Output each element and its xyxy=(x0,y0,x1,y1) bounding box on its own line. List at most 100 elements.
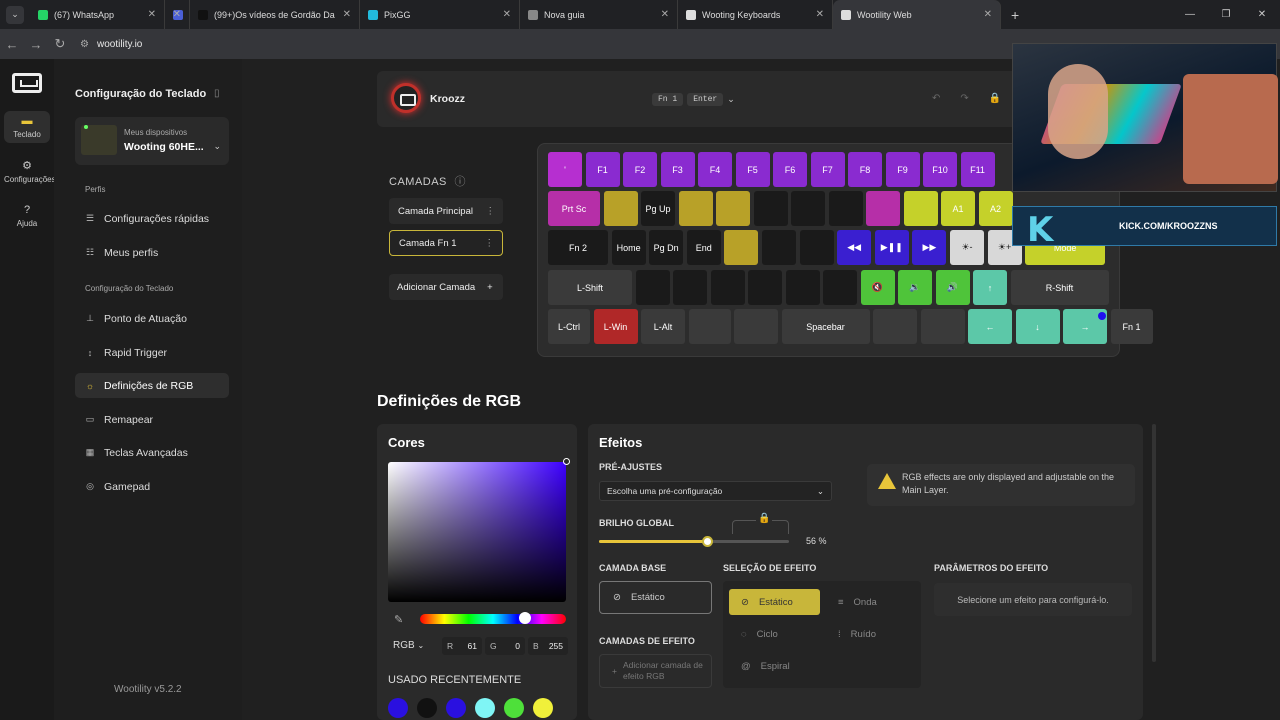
hue-slider[interactable] xyxy=(420,614,566,624)
red-field[interactable]: R 61 xyxy=(442,637,482,655)
browser-tab[interactable]: ✕ xyxy=(165,0,190,29)
keyboard-key[interactable]: F4 xyxy=(698,152,732,187)
base-effect-button[interactable]: ⊘ Estático xyxy=(599,581,712,614)
effect-noise[interactable]: ⁞ Ruído xyxy=(826,621,917,647)
brightness-knob[interactable] xyxy=(702,536,713,547)
keyboard-key[interactable] xyxy=(673,270,707,305)
recent-color-swatch[interactable] xyxy=(417,698,437,718)
keyboard-key[interactable] xyxy=(873,309,917,344)
keyboard-key[interactable]: 🔉 xyxy=(898,270,932,305)
keyboard-key[interactable] xyxy=(603,191,638,226)
keyboard-key[interactable]: R-Shift xyxy=(1010,270,1109,305)
close-tab-icon[interactable]: ✕ xyxy=(816,9,824,20)
keyboard-key[interactable]: ◀◀ xyxy=(837,230,872,265)
brightness-slider[interactable] xyxy=(599,540,789,543)
color-mode-select[interactable]: RGB ⌄ xyxy=(393,640,424,651)
scrollbar[interactable] xyxy=(1152,424,1156,662)
keyboard-key[interactable]: A1 xyxy=(941,191,975,226)
browser-tab[interactable]: (67) WhatsApp ✕ xyxy=(30,0,165,29)
sidebar-item-gamepad[interactable]: ◎ Gamepad xyxy=(75,474,229,499)
keyboard-key[interactable]: L-Ctrl xyxy=(548,309,590,344)
keyboard-key[interactable]: F7 xyxy=(810,152,845,187)
forward-icon[interactable]: → xyxy=(24,37,48,52)
picker-handle[interactable] xyxy=(563,458,570,465)
close-tab-icon[interactable]: ✕ xyxy=(148,9,156,20)
keyboard-key[interactable]: Pg Dn xyxy=(649,230,684,265)
nav-help[interactable]: ? Ajuda xyxy=(4,204,50,228)
sidebar-item-profiles[interactable]: ☷ Meus perfis xyxy=(75,240,229,265)
recent-color-swatch[interactable] xyxy=(504,698,524,718)
keyboard-key[interactable]: Home xyxy=(611,230,646,265)
close-tab-icon[interactable]: ✕ xyxy=(173,9,181,20)
keyboard-key[interactable]: Spacebar xyxy=(781,309,870,344)
url-field[interactable]: ⚙ wootility.io xyxy=(80,39,142,50)
add-layer-button[interactable]: Adicionar Camada + xyxy=(389,274,503,300)
keyboard-key[interactable]: ↓ xyxy=(1015,309,1060,344)
keyboard-key[interactable]: F8 xyxy=(848,152,882,187)
keyboard-key[interactable]: Fn 1 xyxy=(1110,309,1153,344)
redo-icon[interactable]: ↷ xyxy=(960,93,968,104)
nav-settings[interactable]: ⚙ Configurações xyxy=(4,159,56,184)
keyboard-key[interactable]: End xyxy=(686,230,721,265)
keyboard-key[interactable]: ☀- xyxy=(950,230,984,265)
keyboard-key[interactable] xyxy=(866,191,900,226)
keyboard-key[interactable] xyxy=(753,191,788,226)
keyboard-key[interactable] xyxy=(710,270,745,305)
keyboard-key[interactable]: 🔊 xyxy=(935,270,970,305)
info-icon[interactable]: ⓘ xyxy=(454,176,466,188)
undo-icon[interactable]: ↶ xyxy=(932,93,940,104)
recent-color-swatch[interactable] xyxy=(446,698,466,718)
keyboard-key[interactable] xyxy=(678,191,713,226)
profile-avatar[interactable] xyxy=(391,83,421,113)
keyboard-key[interactable]: ▶▶ xyxy=(912,230,947,265)
keyboard-key[interactable]: ' xyxy=(548,152,582,187)
more-icon[interactable]: ⋮ xyxy=(486,206,496,217)
keyboard-key[interactable] xyxy=(791,191,825,226)
reload-icon[interactable]: ↻ xyxy=(48,36,72,52)
keyboard-key[interactable]: L-Win xyxy=(593,309,638,344)
keyboard-key[interactable] xyxy=(716,191,750,226)
minimize-button[interactable]: — xyxy=(1172,9,1208,20)
keyboard-key[interactable]: ↑ xyxy=(973,270,1007,305)
collapse-sidebar-icon[interactable]: ▯ xyxy=(214,88,220,99)
keyboard-key[interactable]: ▶❚❚ xyxy=(874,230,909,265)
nav-keyboard[interactable]: ▬ Teclado xyxy=(4,111,50,143)
keyboard-key[interactable]: F3 xyxy=(660,152,695,187)
device-selector[interactable]: Meus dispositivos Wooting 60HE... ⌄ xyxy=(75,117,229,165)
layer-fn1[interactable]: Camada Fn 1 ⋮ xyxy=(389,230,503,256)
close-tab-icon[interactable]: ✕ xyxy=(503,9,511,20)
presets-dropdown[interactable]: Escolha uma pré-configuração ⌄ xyxy=(599,481,832,501)
keyboard-key[interactable] xyxy=(823,270,857,305)
effect-cycle[interactable]: ◌ Ciclo xyxy=(729,621,820,647)
green-field[interactable]: G0 xyxy=(485,637,525,655)
layer-main[interactable]: Camada Principal ⋮ xyxy=(389,198,503,224)
keyboard-key[interactable]: F2 xyxy=(623,152,657,187)
keyboard-key[interactable] xyxy=(799,230,834,265)
keyboard-key[interactable] xyxy=(920,309,965,344)
brightness-lock[interactable]: 🔒 xyxy=(732,513,789,534)
keyboard-key[interactable] xyxy=(734,309,778,344)
keyboard-key[interactable]: Fn 2 xyxy=(548,230,608,265)
effect-spiral[interactable]: @ Espiral xyxy=(729,653,820,679)
eyedropper-icon[interactable]: ✎ xyxy=(394,613,403,626)
close-window-button[interactable]: ✕ xyxy=(1244,9,1280,20)
keyboard-key[interactable]: L-Alt xyxy=(641,309,685,344)
keyboard-key[interactable] xyxy=(635,270,670,305)
keyboard-key[interactable]: 🔇 xyxy=(860,270,895,305)
back-icon[interactable]: ← xyxy=(0,37,24,52)
sidebar-item-actuation[interactable]: ⊥ Ponto de Atuação xyxy=(75,306,229,331)
keyboard-key[interactable]: ← xyxy=(968,309,1012,344)
keyboard-key[interactable]: F1 xyxy=(585,152,620,187)
effect-static[interactable]: ⊘ Estático xyxy=(729,589,820,615)
keyboard-key[interactable] xyxy=(785,270,820,305)
close-tab-icon[interactable]: ✕ xyxy=(343,9,351,20)
tab-search-button[interactable]: ⌄ xyxy=(6,5,24,24)
keyboard-key[interactable] xyxy=(903,191,938,226)
keyboard-key[interactable]: L-Shift xyxy=(548,270,632,305)
keyboard-key[interactable] xyxy=(828,191,863,226)
new-tab-button[interactable]: + xyxy=(1011,7,1019,23)
keyboard-key[interactable] xyxy=(688,309,731,344)
keyboard-key[interactable] xyxy=(762,230,796,265)
keyboard-key[interactable]: F10 xyxy=(923,152,957,187)
sidebar-item-remap[interactable]: ▭ Remapear xyxy=(75,407,229,432)
